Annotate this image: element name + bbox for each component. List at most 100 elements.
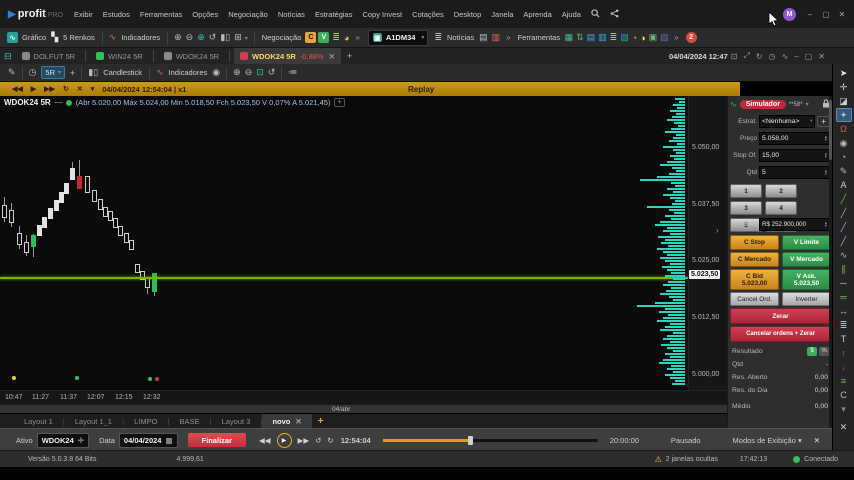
- ativo-input[interactable]: WDOK24✛: [37, 433, 89, 448]
- chart-tab-3[interactable]: WDOK24 5R-0,88%✕: [234, 48, 341, 64]
- clear-tool-icon[interactable]: C: [836, 388, 852, 402]
- grid-layout-icon[interactable]: ⊞▾: [234, 32, 248, 43]
- close-button[interactable]: ✕: [834, 7, 850, 21]
- user-avatar[interactable]: M: [783, 8, 796, 21]
- sell-quick-button[interactable]: V: [318, 32, 329, 43]
- search-icon[interactable]: [591, 9, 600, 20]
- layout-tab-active[interactable]: novo✕: [262, 414, 311, 429]
- layout-tab-4[interactable]: Layout 3: [212, 414, 261, 429]
- menu-desktop[interactable]: Desktop: [454, 10, 482, 19]
- buy-market-button[interactable]: C Mercado: [730, 252, 779, 267]
- zoom-reset-icon-2[interactable]: ↺: [268, 67, 276, 78]
- menu-opções[interactable]: Opções: [192, 10, 218, 19]
- trend-icon[interactable]: ∿: [782, 52, 789, 61]
- indicator-icon[interactable]: ∿: [109, 32, 117, 43]
- add-series-icon[interactable]: +: [334, 98, 344, 107]
- renko-icon[interactable]: ▚: [51, 32, 58, 43]
- cancel-and-zerar-button[interactable]: Cancelar ordens + Zerar: [730, 326, 831, 342]
- text-style-tool-icon[interactable]: A: [836, 178, 852, 192]
- play-button[interactable]: ▶: [277, 433, 292, 448]
- pattern-tool-icon[interactable]: ≣: [836, 318, 852, 332]
- replay-options-icon[interactable]: ▾: [91, 85, 95, 93]
- layout-tab-close-icon[interactable]: ✕: [295, 417, 301, 426]
- visibility-tool-icon[interactable]: ◉: [836, 136, 852, 150]
- speed-button[interactable]: ↻: [327, 436, 333, 445]
- chart-icon[interactable]: ∿: [7, 32, 18, 43]
- chart-tab-close-icon[interactable]: ✕: [329, 52, 335, 61]
- menu-janela[interactable]: Janela: [491, 10, 513, 19]
- times-trades-icon[interactable]: ▥: [598, 32, 607, 43]
- qty-preset-button-2[interactable]: 2: [765, 184, 797, 198]
- new-chart-tab-button[interactable]: +: [347, 51, 352, 61]
- indicadores-button[interactable]: Indicadores: [121, 33, 160, 42]
- timer-icon[interactable]: ◑: [640, 33, 645, 43]
- arrow-down-tool-icon[interactable]: ↓: [836, 360, 852, 374]
- alarm-icon[interactable]: ◔: [632, 33, 637, 43]
- data-input[interactable]: 04/04/2024▦: [119, 433, 178, 448]
- eraser-tool-icon[interactable]: ◪: [836, 94, 852, 108]
- chart-tab-2[interactable]: WDOK24 5R: [158, 48, 225, 64]
- segment-tool-icon[interactable]: ╱: [836, 220, 852, 234]
- preco-input[interactable]: 5.058,00▴▾: [759, 132, 830, 145]
- trendline-tool-icon[interactable]: ╱: [836, 192, 852, 206]
- zoom-reset-icon[interactable]: ↺: [209, 32, 217, 43]
- order-list-icon[interactable]: ≣: [332, 32, 340, 43]
- flow-icon[interactable]: ⇅: [576, 32, 584, 43]
- indicator-icon-2[interactable]: ∿: [156, 67, 164, 78]
- text-tool-icon[interactable]: T: [836, 332, 852, 346]
- menu-exibir[interactable]: Exibir: [74, 10, 93, 19]
- replay-close-icon[interactable]: ✕: [77, 85, 83, 93]
- zigzag-tool-icon[interactable]: ∿: [836, 248, 852, 262]
- minimize-button[interactable]: –: [802, 7, 818, 21]
- add-timeframe-icon[interactable]: +: [70, 68, 75, 78]
- overflow-icon-2[interactable]: »: [506, 33, 510, 42]
- loop-button[interactable]: ↺: [315, 436, 321, 445]
- menu-cotações[interactable]: Cotações: [412, 10, 444, 19]
- heatmap-icon[interactable]: ▨: [620, 32, 629, 43]
- replay-play-icon[interactable]: ▶: [31, 85, 36, 93]
- brush-tool-icon[interactable]: ✦: [836, 108, 852, 122]
- clock-tool-icon[interactable]: ◔: [836, 150, 852, 164]
- estrat-select[interactable]: <Nenhuma>▾: [759, 115, 815, 128]
- sell-market-button[interactable]: V Mercado: [782, 252, 831, 267]
- zoom-area-icon-2[interactable]: ⊡: [256, 67, 264, 78]
- hline-tool-icon[interactable]: ─: [836, 276, 852, 290]
- add-layout-button[interactable]: +: [318, 416, 324, 427]
- hidden-windows-label[interactable]: 2 janelas ocultas: [666, 456, 718, 463]
- menu-aprenda[interactable]: Aprenda: [523, 10, 551, 19]
- parallel-channel-tool-icon[interactable]: ∥: [836, 262, 852, 276]
- range-tool-icon[interactable]: ↔: [836, 304, 852, 318]
- clock-icon[interactable]: ◷: [769, 52, 776, 61]
- watchlist-icon[interactable]: ≣: [434, 32, 442, 43]
- total-input[interactable]: R$ 252.900,000▴▾: [759, 218, 830, 231]
- maximize-button[interactable]: ▢: [818, 7, 834, 21]
- eye-icon[interactable]: ◉: [212, 67, 220, 78]
- chart-tab-1[interactable]: WIN24 5R: [90, 48, 149, 64]
- price-axis[interactable]: 5.050,005.037,505.025,005.012,505.000,00…: [688, 96, 728, 390]
- news-alert-icon[interactable]: ▥: [492, 32, 501, 43]
- layout-tab-1[interactable]: Layout 1_1: [65, 414, 122, 429]
- buy-stop-button[interactable]: C Stop: [730, 235, 779, 250]
- zoom-out-icon-2[interactable]: ⊖: [245, 67, 253, 78]
- share-icon[interactable]: [610, 9, 619, 20]
- notification-badge[interactable]: 2: [686, 32, 697, 43]
- qty-preset-button-3[interactable]: 3: [730, 201, 762, 215]
- overflow-icon-3[interactable]: »: [674, 33, 678, 42]
- menu-ajuda[interactable]: Ajuda: [562, 10, 581, 19]
- result-money-toggle[interactable]: $: [807, 347, 817, 356]
- screener-icon[interactable]: ▦: [565, 32, 574, 43]
- zoom-in-icon-2[interactable]: ⊕: [233, 67, 241, 78]
- replay-forward-icon[interactable]: ▶▶: [44, 85, 55, 93]
- list-icon[interactable]: ≣: [610, 32, 618, 43]
- ray-tool-icon[interactable]: ╱: [836, 206, 852, 220]
- menu-notícias[interactable]: Notícias: [278, 10, 305, 19]
- slider-handle[interactable]: [468, 436, 473, 445]
- candles-view-icon[interactable]: ▮▯: [220, 32, 230, 43]
- sell-limit-button[interactable]: V Limite: [782, 235, 831, 250]
- zoom-out-icon[interactable]: ⊖: [186, 32, 194, 43]
- qty-preset-button-1[interactable]: 1: [730, 184, 762, 198]
- candlestick-button[interactable]: Candlestick: [103, 68, 142, 77]
- replay-rewind-icon[interactable]: ◀◀: [12, 85, 23, 93]
- fast-forward-button[interactable]: ▶▶: [298, 436, 310, 445]
- pane-maximize-icon[interactable]: ▢: [805, 52, 813, 61]
